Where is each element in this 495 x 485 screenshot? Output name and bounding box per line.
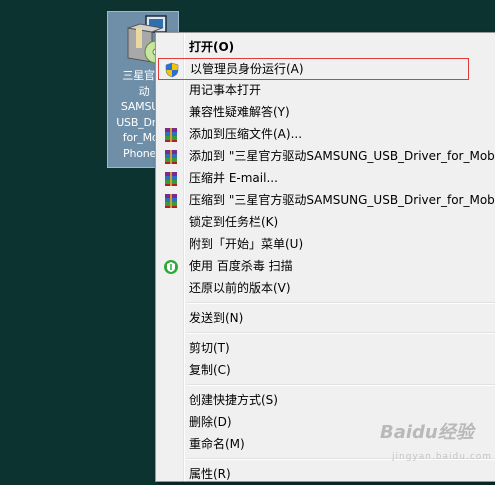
watermark: Baidu经验: [380, 422, 474, 443]
menu-item-4[interactable]: 兼容性疑难解答(Y): [158, 102, 495, 123]
menu-item-label: 压缩并 E-mail...: [189, 171, 278, 185]
winrar-icon: [163, 149, 179, 165]
menu-item-label: 压缩到 "三星官方驱动SAMSUNG_USB_Driver_for_Mobi: [189, 193, 495, 207]
menu-item-label: 重命名(M): [189, 437, 245, 451]
menu-item-15[interactable]: 复制(C): [158, 360, 495, 381]
menu-separator: [187, 384, 495, 386]
menu-item-11[interactable]: 使用 百度杀毒 扫描: [158, 256, 495, 277]
menu-item-label: 添加到 "三星官方驱动SAMSUNG_USB_Driver_for_Mobi: [189, 149, 495, 163]
context-menu: 打开(O) 以管理员身份运行(A) 用记事本打开兼容性疑难解答(Y) 添加到压缩文件(…: [155, 32, 495, 482]
menu-item-label: 剪切(T): [189, 341, 230, 355]
menu-item-3[interactable]: 用记事本打开: [158, 80, 495, 101]
menu-item-label: 还原以前的版本(V): [189, 281, 291, 295]
uac-shield-icon: [164, 62, 180, 78]
winrar-icon: [163, 127, 179, 143]
menu-item-1[interactable]: 打开(O): [158, 37, 495, 58]
menu-item-label: 兼容性疑难解答(Y): [189, 105, 290, 119]
menu-separator: [187, 302, 495, 304]
menu-item-label: 锁定到任务栏(K): [189, 215, 279, 229]
menu-item-label: 用记事本打开: [189, 83, 262, 97]
menu-item-9[interactable]: 锁定到任务栏(K): [158, 212, 495, 233]
menu-item-14[interactable]: 剪切(T): [158, 338, 495, 359]
menu-item-12[interactable]: 还原以前的版本(V): [158, 278, 495, 299]
menu-separator: [187, 332, 495, 334]
watermark-url: jingyan.baidu.com: [392, 452, 493, 462]
menu-item-7[interactable]: 压缩并 E-mail...: [158, 168, 495, 189]
menu-item-19[interactable]: 属性(R): [158, 464, 495, 485]
menu-item-label: 删除(D): [189, 415, 232, 429]
menu-item-label: 复制(C): [189, 363, 231, 377]
menu-item-8[interactable]: 压缩到 "三星官方驱动SAMSUNG_USB_Driver_for_Mobi: [158, 190, 495, 211]
menu-item-label: 属性(R): [189, 467, 231, 481]
winrar-icon: [163, 193, 179, 209]
menu-item-label: 使用 百度杀毒 扫描: [189, 259, 293, 273]
menu-item-label: 打开(O): [189, 40, 235, 54]
menu-item-16[interactable]: 创建快捷方式(S): [158, 390, 495, 411]
menu-item-label: 添加到压缩文件(A)...: [189, 127, 303, 141]
menu-item-2[interactable]: 以管理员身份运行(A): [158, 58, 469, 80]
menu-item-label: 以管理员身份运行(A): [190, 62, 304, 76]
menu-item-label: 创建快捷方式(S): [189, 393, 278, 407]
menu-item-label: 发送到(N): [189, 311, 244, 325]
winrar-icon: [163, 171, 179, 187]
menu-item-5[interactable]: 添加到压缩文件(A)...: [158, 124, 495, 145]
menu-item-6[interactable]: 添加到 "三星官方驱动SAMSUNG_USB_Driver_for_Mobi: [158, 146, 495, 167]
menu-item-10[interactable]: 附到「开始」菜单(U): [158, 234, 495, 255]
baidu-antivirus-icon: [163, 259, 179, 275]
menu-item-13[interactable]: 发送到(N): [158, 308, 495, 329]
menu-item-label: 附到「开始」菜单(U): [189, 237, 304, 251]
